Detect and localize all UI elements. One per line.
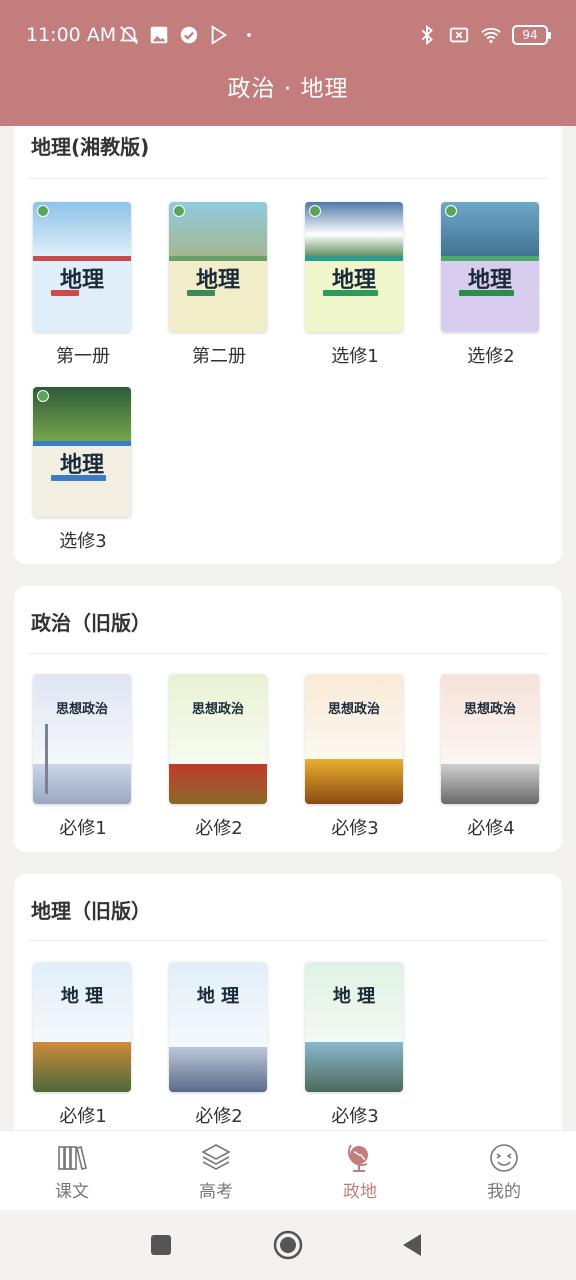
book-label: 必修4 bbox=[467, 818, 515, 839]
section-divider bbox=[28, 178, 548, 179]
tab-label: 我的 bbox=[487, 1182, 521, 1202]
image-icon bbox=[150, 26, 168, 44]
tab-label: 课文 bbox=[55, 1182, 89, 1202]
book-item[interactable]: 地 理 必修1 bbox=[33, 962, 133, 1128]
book-item[interactable]: 地理 第一册 bbox=[33, 202, 133, 368]
book-cover[interactable]: 思想政治 bbox=[441, 674, 539, 804]
book-cover[interactable]: 思想政治 bbox=[169, 674, 267, 804]
book-item[interactable]: 地理 选修2 bbox=[441, 202, 541, 368]
bottom-tab-bar: 课文 高考 政地 我的 bbox=[0, 1130, 576, 1210]
tab-kewen[interactable]: 课文 bbox=[22, 1141, 122, 1202]
section-divider bbox=[28, 940, 548, 941]
book-label: 必修3 bbox=[331, 1106, 379, 1127]
book-cover[interactable]: 地理 bbox=[441, 202, 539, 332]
book-item[interactable]: 思想政治 必修3 bbox=[305, 674, 405, 840]
book-cover[interactable]: 地理 bbox=[305, 202, 403, 332]
book-cover[interactable]: 地理 bbox=[33, 387, 131, 517]
system-icons: 94 bbox=[416, 24, 551, 46]
section-card-geo-xiangjiao: 地理(湘教版) 地理 第一册 地理 第二册 地理 选修1 地理 选修2 地理 选… bbox=[14, 126, 562, 564]
mute-alarm-icon bbox=[119, 26, 139, 44]
page-title: 政治 · 地理 bbox=[227, 76, 349, 102]
bluetooth-icon bbox=[421, 24, 433, 46]
play-store-icon bbox=[211, 25, 228, 45]
section-card-geo-old: 地理（旧版） 地 理 必修1 地 理 必修2 地 理 必修3 bbox=[14, 874, 562, 1130]
book-item[interactable]: 思想政治 必修4 bbox=[441, 674, 541, 840]
wifi-icon bbox=[481, 27, 501, 44]
book-cover[interactable]: 地理 bbox=[169, 202, 267, 332]
check-badge-icon bbox=[180, 26, 198, 44]
app-bar: 政治 · 地理 bbox=[0, 68, 576, 126]
tab-gaokao[interactable]: 高考 bbox=[166, 1141, 266, 1202]
tab-label: 政地 bbox=[343, 1182, 377, 1202]
book-label: 第一册 bbox=[56, 346, 110, 367]
book-cover[interactable]: 地 理 bbox=[305, 962, 403, 1092]
book-item[interactable]: 思想政治 必修2 bbox=[169, 674, 269, 840]
book-cover[interactable]: 地 理 bbox=[33, 962, 131, 1092]
book-item[interactable]: 思想政治 必修1 bbox=[33, 674, 133, 840]
home-button[interactable] bbox=[273, 1230, 303, 1260]
book-label: 选修2 bbox=[467, 346, 515, 367]
book-item[interactable]: 地理 选修3 bbox=[33, 387, 133, 553]
back-button[interactable] bbox=[398, 1230, 428, 1260]
recents-button[interactable] bbox=[146, 1230, 176, 1260]
section-title: 政治（旧版） bbox=[31, 611, 151, 635]
tab-zhengdi[interactable]: 政地 bbox=[310, 1141, 410, 1202]
tab-label: 高考 bbox=[199, 1182, 233, 1202]
section-title: 地理（旧版） bbox=[31, 899, 151, 923]
system-nav-bar bbox=[0, 1210, 576, 1280]
book-label: 必修1 bbox=[59, 1106, 107, 1127]
status-bar: 11:00 AM 94 bbox=[0, 0, 576, 68]
book-label: 必修2 bbox=[195, 818, 243, 839]
book-label: 必修2 bbox=[195, 1106, 243, 1127]
status-time: 11:00 AM bbox=[26, 24, 117, 46]
section-title: 地理(湘教版) bbox=[31, 135, 150, 159]
book-cover[interactable]: 思想政治 bbox=[33, 674, 131, 804]
section-divider bbox=[28, 653, 548, 654]
book-label: 必修3 bbox=[331, 818, 379, 839]
notification-icons bbox=[118, 24, 260, 46]
section-card-politics-old: 政治（旧版） 思想政治 必修1 思想政治 必修2 思想政治 必修3 思想政治 必… bbox=[14, 586, 562, 852]
sim-off-icon bbox=[449, 27, 469, 43]
book-item[interactable]: 地理 第二册 bbox=[169, 202, 269, 368]
book-item[interactable]: 地理 选修1 bbox=[305, 202, 405, 368]
book-label: 选修3 bbox=[59, 531, 107, 552]
tab-wode[interactable]: 我的 bbox=[454, 1141, 554, 1202]
book-label: 第二册 bbox=[192, 346, 246, 367]
book-item[interactable]: 地 理 必修2 bbox=[169, 962, 269, 1128]
content-scroll[interactable]: 地理(湘教版) 地理 第一册 地理 第二册 地理 选修1 地理 选修2 地理 选… bbox=[0, 126, 576, 1130]
book-cover[interactable]: 地 理 bbox=[169, 962, 267, 1092]
globe-icon bbox=[348, 1144, 368, 1172]
book-cover[interactable]: 思想政治 bbox=[305, 674, 403, 804]
book-item[interactable]: 地 理 必修3 bbox=[305, 962, 405, 1128]
book-label: 选修1 bbox=[331, 346, 379, 367]
battery-indicator: 94 bbox=[512, 25, 551, 45]
book-label: 必修1 bbox=[59, 818, 107, 839]
books-icon bbox=[58, 1146, 87, 1170]
layers-icon bbox=[201, 1144, 231, 1170]
smiley-icon bbox=[490, 1144, 518, 1172]
book-cover[interactable]: 地理 bbox=[33, 202, 131, 332]
dot-icon bbox=[247, 33, 251, 37]
